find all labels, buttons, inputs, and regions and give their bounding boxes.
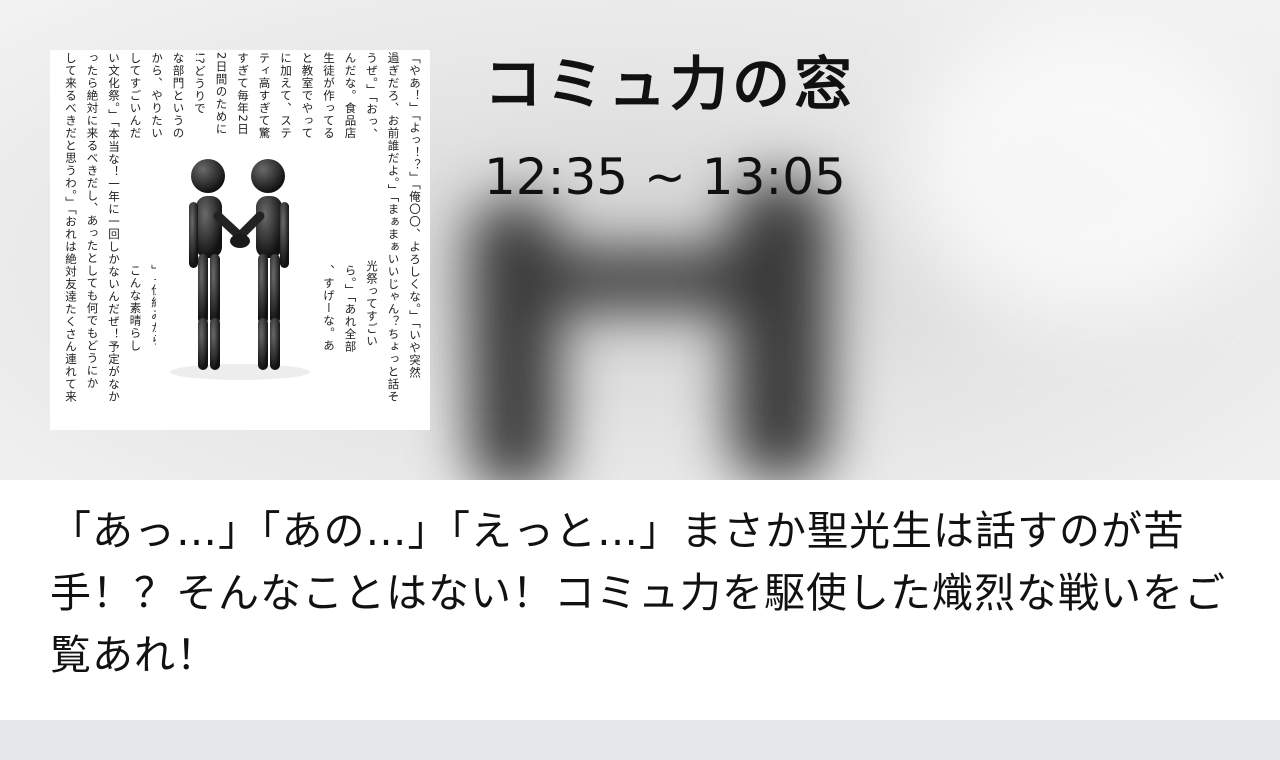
thumbnail-text-column: い文化祭。」「本当な！一年に一回しかないんだぜ！予定がなか [107, 52, 121, 403]
thumbnail-text-column: してすごいんだ こんな素晴らし [128, 52, 143, 352]
thumbnail-text-column: ったら絶対に来るべきだし、あったとしても何でもどうにか [85, 52, 100, 390]
program-description: 「あっ…」「あの…」「えっと…」まさか聖光生は話すのが苦手！？そんなことはない！… [50, 507, 1226, 679]
program-title: コミュ力の窓 [484, 50, 857, 118]
hero-glow [900, 20, 1260, 320]
thumbnail-text-column: うぜ。」「おっ、 光祭ってすごい [365, 52, 379, 348]
thumbnail-text-column: 「やあ！」「よっ！？」「俺〇〇、よろしくな。」「いや突然 [408, 52, 422, 379]
program-time: 12:35 ~ 13:05 [484, 148, 846, 206]
program-thumbnail: 「やあ！」「よっ！？」「俺〇〇、よろしくな。」「いや突然 過ぎだろ、お前誰だよ。」… [50, 50, 430, 430]
thumbnail-text-column: して来るべきだと思うわ。」「おれは絶対友達たくさん連れて来 [64, 52, 78, 403]
thumbnail-text-column: 過ぎだろ、お前誰だよ。」「まぁまぁいいじゃん？ちょっと話そ [386, 52, 401, 403]
description-panel: 「あっ…」「あの…」「えっと…」まさか聖光生は話すのが苦手！？そんなことはない！… [0, 480, 1280, 720]
footer-bar [0, 720, 1280, 760]
handshake-figures-icon [156, 146, 324, 384]
thumbnail-text-column: んだな。食品店 ら。」「あれ全部 [343, 52, 358, 353]
